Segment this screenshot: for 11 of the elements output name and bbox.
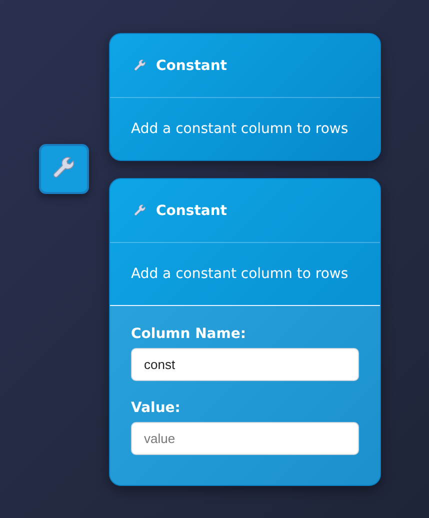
- card-title: Constant: [156, 202, 227, 218]
- card-title: Constant: [156, 58, 227, 74]
- input-field[interactable]: const: [131, 348, 359, 381]
- card-description: Add a constant column to rows: [131, 266, 348, 282]
- card-description: Add a constant column to rows: [131, 121, 348, 137]
- wrench-tile-button[interactable]: [39, 144, 89, 194]
- field-label: Column Name:: [131, 326, 246, 342]
- wrench-icon: [133, 58, 147, 72]
- input-field[interactable]: value: [131, 422, 359, 455]
- field-label: Value:: [131, 400, 180, 416]
- wrench-icon: [133, 204, 147, 218]
